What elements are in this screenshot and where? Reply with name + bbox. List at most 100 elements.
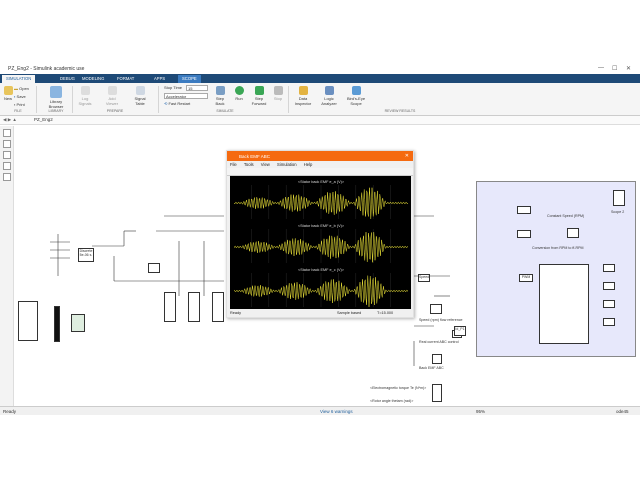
status-ready: Ready xyxy=(3,409,17,414)
fast-restart-toggle[interactable]: ⟲ Fast Restart xyxy=(164,101,204,106)
breadcrumb[interactable]: PZ_Eng2 xyxy=(34,117,53,122)
arrow-icon[interactable] xyxy=(2,151,11,159)
stop-time-field[interactable]: 15 xyxy=(186,85,208,91)
library-browser-button[interactable]: Library Browser xyxy=(44,86,68,109)
speed-block[interactable]: Speed xyxy=(418,274,430,282)
plot-eb-title: <Stator back EMF e_b (V)> xyxy=(297,224,345,228)
run-button[interactable]: Run xyxy=(232,86,246,101)
te-scope-block[interactable] xyxy=(432,384,442,402)
scope-window[interactable]: Back EMF ABC ✕ File Tools View Simulatio… xyxy=(226,150,414,318)
maximize-button[interactable]: ☐ xyxy=(612,65,617,72)
print-button[interactable]: ▪ Print xyxy=(14,102,34,107)
open-button[interactable]: ▬ Open xyxy=(14,86,34,91)
menu-simulation[interactable]: Simulation xyxy=(277,162,297,167)
birds-eye-scope-button[interactable]: Bird's-Eye Scope xyxy=(344,86,368,106)
plot-eb: <Stator back EMF e_b (V)> xyxy=(233,223,409,263)
tab-modeling[interactable]: MODELING xyxy=(78,75,108,83)
pwm-subsystem-block[interactable] xyxy=(539,264,589,344)
back-emf-scope-block[interactable] xyxy=(432,354,442,364)
stop-icon xyxy=(273,86,283,95)
fit-icon[interactable] xyxy=(2,140,11,148)
close-button[interactable]: ✕ xyxy=(626,65,631,72)
window-title: PZ_Eng2 - Simulink academic use xyxy=(8,66,85,72)
out4-block[interactable] xyxy=(603,318,615,326)
logic-analyzer-button[interactable]: Logic Analyzer xyxy=(318,86,340,106)
constant-block[interactable] xyxy=(517,206,531,214)
tab-format[interactable]: FORMAT xyxy=(113,75,138,83)
speed-in-block[interactable] xyxy=(517,230,531,238)
stop-button[interactable]: Stop xyxy=(272,86,284,101)
log-signals-button[interactable]: Log Signals xyxy=(76,86,94,106)
warnings-link[interactable]: View 6 warnings xyxy=(320,409,353,414)
scope2-block[interactable] xyxy=(613,190,625,206)
out1-block[interactable] xyxy=(603,264,615,272)
title-bar: PZ_Eng2 - Simulink academic use — ☐ ✕ xyxy=(0,64,640,74)
powergui-block[interactable] xyxy=(71,314,85,332)
status-bar: Ready View 6 warnings 95% ode45 xyxy=(0,406,640,415)
library-icon xyxy=(50,86,62,98)
logic-analyzer-icon xyxy=(324,86,334,95)
rotor-angle-label: <Rotor angle thetam (rad)> xyxy=(370,399,414,403)
electromagnetic-label: <Electromagnetic torque Te (N*m)> xyxy=(370,386,427,390)
image-icon[interactable] xyxy=(2,173,11,181)
gain-block[interactable] xyxy=(148,263,160,273)
nav-back-icon[interactable]: ◀ ▶ ▲ xyxy=(3,117,17,123)
save-button[interactable]: ▪ Save xyxy=(14,94,34,99)
inverter-leg-b[interactable] xyxy=(188,292,200,322)
tab-scope[interactable]: SCOPE xyxy=(178,75,201,83)
id-pi-block[interactable]: Id_P1 xyxy=(454,326,466,336)
step-back-button[interactable]: Step Back xyxy=(212,86,228,106)
plot-ec: <Stator back EMF e_c (V)> xyxy=(233,267,409,307)
scope-title: Back EMF ABC xyxy=(239,154,271,159)
section-review: REVIEW RESULTS xyxy=(384,109,416,113)
add-viewer-button[interactable]: Add Viewer xyxy=(103,86,121,106)
data-inspector-button[interactable]: Data Inspector xyxy=(292,86,314,106)
divider xyxy=(288,86,289,113)
step-forward-button[interactable]: Step Forward xyxy=(250,86,268,106)
tab-apps[interactable]: APPS xyxy=(150,75,169,83)
tab-debug[interactable]: DEBUG xyxy=(56,75,79,83)
menu-help[interactable]: Help xyxy=(304,162,313,167)
birds-eye-icon xyxy=(351,86,361,95)
scope-title-bar: Back EMF ABC ✕ xyxy=(227,151,413,161)
menu-file[interactable]: File xyxy=(230,162,237,167)
solver-name: ode45 xyxy=(616,409,629,414)
plot-ea-title: <Stator back EMF e_a (V)> xyxy=(297,180,345,184)
menu-view[interactable]: View xyxy=(261,162,270,167)
tab-simulation[interactable]: SIMULATION xyxy=(2,75,36,83)
viewer-icon xyxy=(107,86,117,95)
scope-close-icon[interactable]: ✕ xyxy=(405,153,409,159)
control-subsystem[interactable]: Constant Speed (RPM) Scope 2 Conversion … xyxy=(476,181,636,357)
pi-block[interactable] xyxy=(567,228,579,238)
controller-block[interactable] xyxy=(18,301,38,341)
speed-ref-block[interactable] xyxy=(430,304,442,314)
annotation-icon[interactable] xyxy=(2,162,11,170)
ribbon: New ▬ Open ▪ Save ▪ Print FILE Library B… xyxy=(0,83,640,116)
plot-ec-title: <Stator back EMF e_c (V)> xyxy=(297,268,344,272)
section-prepare: PREPARE xyxy=(106,109,124,113)
simulation-mode-select[interactable]: Accelerator xyxy=(164,93,208,99)
out2-block[interactable] xyxy=(603,282,615,290)
zoom-icon[interactable] xyxy=(2,129,11,137)
zoom-level: 95% xyxy=(476,409,486,414)
discrete-block[interactable]: Discrete 5e-06 s. xyxy=(78,248,94,262)
back-emf-label: Back EMF ABC xyxy=(419,366,444,370)
out3-block[interactable] xyxy=(603,300,615,308)
inverter-leg-a[interactable] xyxy=(164,292,176,322)
address-bar: ◀ ▶ ▲ PZ_Eng2 xyxy=(0,116,640,125)
new-button[interactable]: New xyxy=(3,86,13,101)
signal-table-button[interactable]: Signal Table xyxy=(130,86,150,106)
scope-menu: File Tools View Simulation Help xyxy=(227,161,413,168)
scope-status-sample: Sample based xyxy=(337,311,362,315)
plot-ea: <Stator back EMF e_a (V)> xyxy=(233,179,409,219)
menu-tools[interactable]: Tools xyxy=(244,162,254,167)
run-icon xyxy=(234,86,244,95)
section-simulate: SIMULATE xyxy=(216,109,234,113)
section-library: LIBRARY xyxy=(48,109,64,113)
minimize-button[interactable]: — xyxy=(598,65,604,71)
data-inspector-icon xyxy=(298,86,308,95)
bus-block[interactable] xyxy=(54,306,60,342)
inverter-leg-c[interactable] xyxy=(212,292,224,322)
left-toolbar xyxy=(0,126,14,406)
pwm-in-block[interactable]: PWM xyxy=(519,274,533,282)
